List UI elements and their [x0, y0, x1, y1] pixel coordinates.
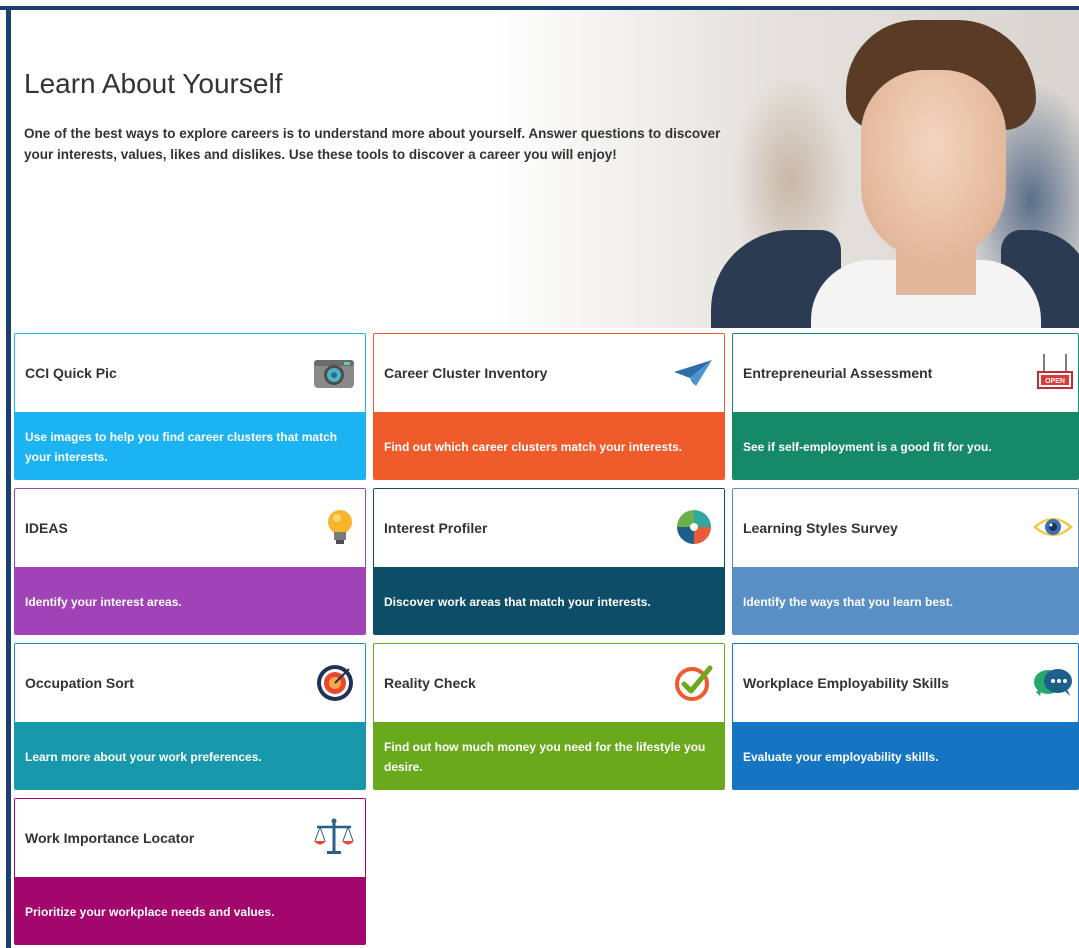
card-body: Learn more about your work preferences. [15, 722, 365, 789]
card-description: Learn more about your work preferences. [25, 749, 262, 764]
card-description: Find out which career clusters match you… [384, 439, 683, 454]
checkmark-circle-icon [675, 665, 713, 701]
card-career-cluster-inventory[interactable]: Career Cluster Inventory Find out which … [373, 333, 725, 480]
card-description: Identify your interest areas. [25, 594, 182, 609]
card-occupation-sort[interactable]: Occupation Sort Learn more about your wo… [14, 643, 366, 790]
card-description: Evaluate your employability skills. [743, 749, 939, 764]
card-interest-profiler[interactable]: Interest Profiler Discover work areas th… [373, 488, 725, 635]
card-title: Reality Check [384, 675, 476, 691]
hero-photo-face [861, 70, 1006, 260]
card-title: IDEAS [25, 520, 68, 536]
svg-text:OPEN: OPEN [1045, 378, 1065, 385]
card-entrepreneurial-assessment[interactable]: Entrepreneurial Assessment OPEN See if s… [732, 333, 1079, 480]
camera-icon [314, 360, 354, 388]
card-header: Occupation Sort [15, 644, 365, 722]
card-title: Learning Styles Survey [743, 520, 898, 536]
card-learning-styles-survey[interactable]: Learning Styles Survey Identify the ways… [732, 488, 1079, 635]
card-header: Workplace Employability Skills [733, 644, 1078, 722]
balance-scale-icon [314, 818, 354, 854]
card-description: Find out how much money you need for the… [384, 739, 706, 774]
card-header: CCI Quick Pic [15, 334, 365, 412]
card-header: Work Importance Locator [15, 799, 365, 877]
card-body: See if self-employment is a good fit for… [733, 412, 1078, 479]
card-reality-check[interactable]: Reality Check Find out how much money yo… [373, 643, 725, 790]
card-header: Learning Styles Survey [733, 489, 1078, 567]
card-description: Use images to help you find career clust… [25, 429, 338, 464]
card-header: Entrepreneurial Assessment OPEN [733, 334, 1078, 412]
card-body: Evaluate your employability skills. [733, 722, 1078, 789]
card-body: Find out how much money you need for the… [374, 722, 724, 789]
puzzle-globe-icon [677, 510, 711, 544]
card-title: Interest Profiler [384, 520, 488, 536]
card-body: Discover work areas that match your inte… [374, 567, 724, 634]
card-body: Use images to help you find career clust… [15, 412, 365, 479]
card-header: Career Cluster Inventory [374, 334, 724, 412]
card-description: See if self-employment is a good fit for… [743, 439, 992, 454]
card-title: Entrepreneurial Assessment [743, 365, 933, 381]
card-cci-quick-pic[interactable]: CCI Quick Pic Use images to help you fin… [14, 333, 366, 480]
card-work-importance-locator[interactable]: Work Importance Locator Prioritize your … [14, 798, 366, 945]
card-title: Work Importance Locator [25, 830, 195, 846]
card-workplace-employability-skills[interactable]: Workplace Employability Skills Evaluate … [732, 643, 1079, 790]
page-description: One of the best ways to explore careers … [24, 126, 721, 162]
card-body: Identify your interest areas. [15, 567, 365, 634]
open-sign-icon: OPEN [1037, 354, 1073, 389]
card-title: Career Cluster Inventory [384, 365, 548, 381]
card-header: Reality Check [374, 644, 724, 722]
card-body: Find out which career clusters match you… [374, 412, 724, 479]
lightbulb-icon [328, 510, 352, 544]
card-title: Occupation Sort [25, 675, 134, 691]
card-description: Prioritize your workplace needs and valu… [25, 904, 275, 919]
hero-banner [11, 10, 1079, 328]
card-description: Identify the ways that you learn best. [743, 594, 954, 609]
eye-icon [1033, 518, 1073, 536]
card-body: Identify the ways that you learn best. [733, 567, 1078, 634]
paper-plane-icon [674, 360, 712, 386]
card-description: Discover work areas that match your inte… [384, 594, 651, 609]
speech-bubbles-icon [1034, 669, 1072, 696]
card-header: Interest Profiler [374, 489, 724, 567]
card-header: IDEAS [15, 489, 365, 567]
page-title: Learn About Yourself [24, 68, 283, 99]
card-body: Prioritize your workplace needs and valu… [15, 877, 365, 944]
card-ideas[interactable]: IDEAS Identify your interest areas. [14, 488, 366, 635]
card-title: Workplace Employability Skills [743, 675, 949, 691]
card-title: CCI Quick Pic [25, 365, 117, 381]
target-icon [317, 665, 353, 701]
